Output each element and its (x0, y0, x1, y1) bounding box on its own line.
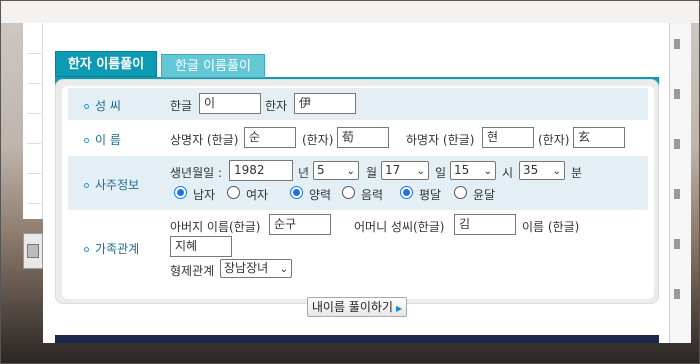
calendar-solar-label: 양력 (309, 188, 332, 202)
lower-hanja-label: (한자) (538, 133, 570, 147)
side-toggle-button[interactable] (23, 233, 43, 269)
square-icon (27, 244, 39, 258)
upper-name-label: 상명자 (한글) (170, 133, 239, 147)
leap-leap-radio[interactable] (454, 186, 467, 199)
name-analysis-card: 한자 이름풀이 한글 이름풀이 성 씨 한글 이 한자 伊 이 름 상명자 (한… (43, 23, 669, 343)
saju-row: 사주정보 생년월일 : 1982 년 5 ⌄ 월 17 ⌄ 일 15 ⌄ 시 35 ⌄ … (68, 156, 648, 210)
leap-normal-label: 평달 (419, 188, 442, 202)
birth-minute-select[interactable]: 35 ⌄ (519, 161, 565, 180)
mother-surname-input[interactable]: 김 (454, 214, 516, 235)
upper-hanja-label: (한자) (302, 133, 334, 147)
day-unit: 일 (435, 166, 447, 180)
lower-name-label: 하명자 (한글) (406, 133, 475, 147)
chevron-down-icon: ⌄ (279, 264, 288, 275)
birth-day-select[interactable]: 17 ⌄ (381, 161, 429, 180)
birth-year-input[interactable]: 1982 (229, 160, 293, 181)
bullet-icon (84, 104, 89, 109)
surname-hanja-input[interactable]: 伊 (294, 93, 356, 114)
father-name-input[interactable]: 순구 (269, 214, 331, 235)
chevron-down-icon: ⌄ (346, 166, 355, 177)
gender-male-radio[interactable] (174, 186, 187, 199)
month-unit: 월 (366, 166, 378, 180)
calendar-lunar-radio[interactable] (342, 186, 355, 199)
birth-month-select[interactable]: 5 ⌄ (313, 161, 359, 180)
mother-surname-label: 어머니 성씨(한글) (354, 220, 445, 234)
tab-hangul-name[interactable]: 한글 이름풀이 (161, 54, 265, 78)
leap-leap-label: 윤달 (473, 188, 496, 202)
surname-row: 성 씨 한글 이 한자 伊 (68, 88, 648, 120)
sibling-select[interactable]: 장남장녀 ⌄ (220, 259, 292, 278)
left-side-panel (23, 23, 43, 219)
gender-female-radio[interactable] (227, 186, 240, 199)
chevron-down-icon: ⌄ (552, 166, 561, 177)
name-label: 이 름 (84, 131, 121, 148)
bullet-icon (84, 138, 89, 143)
minute-unit: 분 (571, 166, 583, 180)
bullet-icon (84, 247, 89, 252)
leap-normal-radio[interactable] (400, 186, 413, 199)
surname-hangul-label: 한글 (170, 99, 193, 113)
right-side-strip (669, 23, 691, 343)
gender-female-label: 여자 (246, 188, 269, 202)
top-strip (1, 1, 699, 23)
lower-hanja-input[interactable]: 玄 (573, 127, 625, 148)
analyze-name-button[interactable]: 내이름 풀이하기 ▶ (307, 297, 407, 317)
browser-viewport: 한자 이름풀이 한글 이름풀이 성 씨 한글 이 한자 伊 이 름 상명자 (한… (0, 0, 700, 364)
saju-label: 사주정보 (84, 176, 139, 193)
upper-hangul-input[interactable]: 순 (244, 127, 296, 148)
chevron-down-icon: ⌄ (416, 166, 425, 177)
birth-label: 생년월일 : (170, 166, 223, 180)
sibling-label: 형제관계 (170, 264, 215, 278)
bullet-icon (84, 183, 89, 188)
father-name-label: 아버지 이름(한글) (170, 220, 261, 234)
birth-hour-select[interactable]: 15 ⌄ (450, 161, 496, 180)
form-inner: 성 씨 한글 이 한자 伊 이 름 상명자 (한글) 순 (한자) 荀 하명자 … (62, 86, 654, 299)
form-box: 성 씨 한글 이 한자 伊 이 름 상명자 (한글) 순 (한자) 荀 하명자 … (55, 79, 659, 304)
hour-unit: 시 (502, 166, 514, 180)
lower-hangul-input[interactable]: 현 (482, 127, 534, 148)
name-row: 이 름 상명자 (한글) 순 (한자) 荀 하명자 (한글) 현 (한자) 玄 (68, 122, 648, 154)
bottom-banner (55, 335, 659, 343)
tab-hanja-name[interactable]: 한자 이름풀이 (55, 51, 157, 77)
surname-label: 성 씨 (84, 97, 121, 114)
mother-name-input[interactable]: 지혜 (170, 236, 232, 257)
chevron-down-icon: ⌄ (483, 166, 492, 177)
upper-hanja-input[interactable]: 荀 (337, 127, 389, 148)
family-label: 가족관계 (84, 240, 139, 257)
year-unit: 년 (298, 166, 310, 180)
mother-name-label: 이름 (한글) (522, 220, 580, 234)
calendar-solar-radio[interactable] (290, 186, 303, 199)
calendar-lunar-label: 음력 (361, 188, 384, 202)
arrow-right-icon: ▶ (395, 304, 403, 313)
surname-hanja-label: 한자 (265, 99, 288, 113)
gender-male-label: 남자 (193, 188, 216, 202)
family-row: 가족관계 아버지 이름(한글) 순구 어머니 성씨(한글) 김 이름 (한글) … (68, 212, 648, 282)
surname-hangul-input[interactable]: 이 (199, 93, 261, 114)
